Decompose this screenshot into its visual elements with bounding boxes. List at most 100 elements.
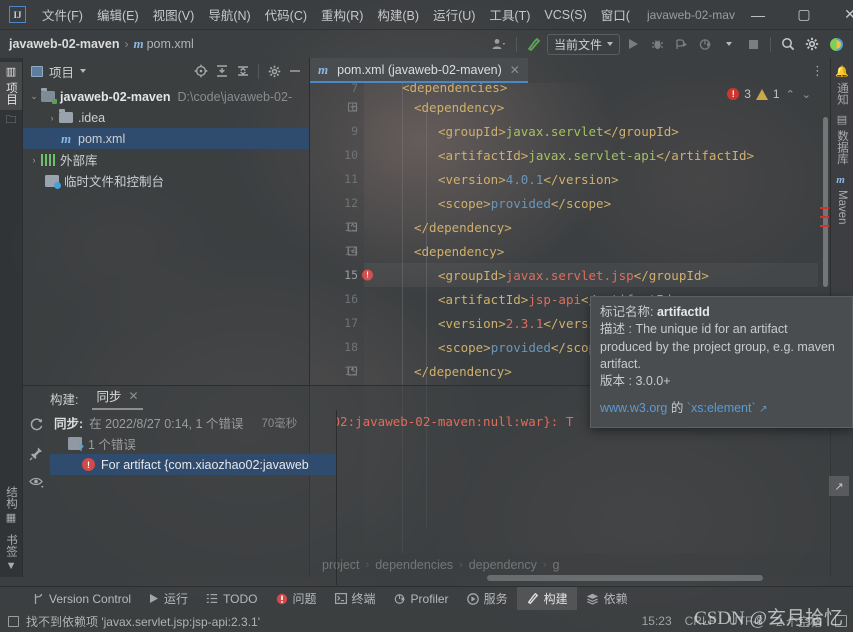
tooltip-version-row: 版本 : 3.0.0+ xyxy=(600,373,843,390)
strip-maven[interactable]: m Maven xyxy=(833,170,851,230)
hide-icon[interactable] xyxy=(285,61,305,81)
status-message: 找不到依赖项 'javax.servlet.jsp:jsp-api:2.3.1' xyxy=(26,614,260,629)
updates-icon[interactable] xyxy=(825,33,847,55)
menu-code[interactable]: 代码(C) xyxy=(258,1,314,28)
debug-icon[interactable] xyxy=(646,33,668,55)
editor-scrollbar-thumb[interactable] xyxy=(823,117,828,287)
tool-problems[interactable]: 问题 xyxy=(267,587,326,610)
run-configuration-selector[interactable]: 当前文件 xyxy=(546,33,620,55)
code-token: </dependency> xyxy=(414,219,512,235)
chevron-down-icon[interactable] xyxy=(80,69,87,73)
breadcrumb-file[interactable]: pom.xml xyxy=(147,37,194,51)
tool-profiler[interactable]: Profiler xyxy=(385,589,458,609)
menu-file[interactable]: 文件(F) xyxy=(35,1,90,28)
close-icon[interactable]: ✕ xyxy=(510,63,520,77)
run-with-coverage-icon[interactable] xyxy=(670,33,692,55)
breadcrumb-project[interactable]: javaweb-02-maven xyxy=(9,37,119,51)
tooltip-link-row[interactable]: www.w3.org 的 `xs:element` ↗ xyxy=(600,400,843,417)
search-icon[interactable] xyxy=(777,33,799,55)
expand-detail-button[interactable]: ↗ xyxy=(829,476,849,496)
menu-refactor[interactable]: 重构(R) xyxy=(314,1,370,28)
build-hammer-icon[interactable] xyxy=(523,33,545,55)
project-icon: ▥ xyxy=(5,66,17,78)
stop-icon[interactable] xyxy=(742,33,764,55)
profile-icon[interactable] xyxy=(488,33,510,55)
fold-icon[interactable]: − xyxy=(348,102,357,112)
collapse-all-icon[interactable] xyxy=(233,61,253,81)
tool-terminal[interactable]: 终端 xyxy=(326,587,385,610)
strip-notifications[interactable]: 🔔 通知 xyxy=(831,62,853,110)
status-encoding[interactable]: UTF-8 xyxy=(729,614,763,628)
minimize-button[interactable]: — xyxy=(735,0,781,30)
code-token: </version> xyxy=(543,171,619,187)
strip-structure[interactable]: 结构 ▦ xyxy=(0,481,22,529)
tool-build[interactable]: 构建 xyxy=(516,587,577,610)
close-icon[interactable]: ✕ xyxy=(129,389,139,403)
tree-row-scratches[interactable]: 临时文件和控制台 xyxy=(23,170,309,191)
tooltip-link-w3org[interactable]: www.w3.org xyxy=(600,401,667,415)
menu-tools[interactable]: 工具(T) xyxy=(482,1,537,28)
pin-icon[interactable] xyxy=(27,443,47,463)
gear-icon[interactable] xyxy=(264,61,284,81)
menu-run[interactable]: 运行(U) xyxy=(426,1,482,28)
chevron-down-icon[interactable] xyxy=(718,33,740,55)
tool-version-control[interactable]: Version Control xyxy=(24,589,140,609)
strip-project-label: 项目 xyxy=(5,82,17,105)
menu-navigate[interactable]: 导航(N) xyxy=(201,1,257,28)
tool-todo[interactable]: TODO xyxy=(197,589,266,609)
gutter-line: 14− xyxy=(344,244,358,258)
more-options-icon[interactable]: ⋮ xyxy=(811,64,824,77)
gear-icon[interactable] xyxy=(801,33,823,55)
build-row-error-group[interactable]: 1 个错误 xyxy=(50,433,336,454)
next-problem-icon[interactable]: ⌄ xyxy=(801,88,812,101)
fold-icon[interactable]: ⌃ xyxy=(348,366,357,376)
chevron-right-icon[interactable]: › xyxy=(27,155,41,165)
menu-view[interactable]: 视图(V) xyxy=(146,1,202,28)
run-icon[interactable] xyxy=(622,33,644,55)
status-message-area[interactable]: 找不到依赖项 'javax.servlet.jsp:jsp-api:2.3.1' xyxy=(8,613,260,630)
maximize-button[interactable]: ▢ xyxy=(781,0,827,30)
status-line-separator[interactable]: CRLF xyxy=(685,614,716,628)
code-token: javax.servlet-api xyxy=(528,147,657,163)
tool-version-control-label: Version Control xyxy=(49,591,132,606)
previous-problem-icon[interactable]: ⌃ xyxy=(785,88,796,101)
lock-icon[interactable] xyxy=(835,615,847,627)
strip-commit[interactable]: 🗀 xyxy=(3,110,20,131)
locate-icon[interactable] xyxy=(191,61,211,81)
fold-icon[interactable]: ⌃ xyxy=(348,222,357,232)
menu-edit[interactable]: 编辑(E) xyxy=(90,1,146,28)
chevron-down-icon[interactable]: ⌄ xyxy=(27,91,41,102)
tree-row-external-libraries[interactable]: › 外部库 xyxy=(23,149,309,170)
menu-vcs[interactable]: VCS(S) xyxy=(537,4,593,26)
inspection-widget[interactable]: ! 3 1 ⌃ ⌄ xyxy=(727,87,812,101)
fold-icon[interactable]: − xyxy=(348,246,357,256)
tool-dependencies[interactable]: 依赖 xyxy=(577,587,637,610)
code-token: </scope> xyxy=(550,195,612,211)
build-row-sync[interactable]: 同步: 在 2022/8/27 0:14, 1 个错误 70毫秒 xyxy=(50,412,336,433)
close-button[interactable]: ✕ xyxy=(827,0,853,30)
build-row-error-detail[interactable]: ! For artifact {com.xiaozhao02:javaweb xyxy=(50,454,336,475)
refresh-icon[interactable] xyxy=(27,414,47,434)
menu-window[interactable]: 窗口( xyxy=(594,1,637,28)
expand-all-icon[interactable] xyxy=(212,61,232,81)
menu-build[interactable]: 构建(B) xyxy=(370,1,426,28)
tree-row-pom[interactable]: m pom.xml xyxy=(23,128,309,149)
profiler-run-icon[interactable] xyxy=(694,33,716,55)
strip-project[interactable]: ▥ 项目 xyxy=(0,62,22,110)
eye-icon[interactable] xyxy=(27,472,47,492)
run-configuration-label: 当前文件 xyxy=(553,37,602,52)
strip-bookmarks[interactable]: 书签 ▼ xyxy=(0,529,22,577)
horizontal-scrollbar[interactable] xyxy=(487,575,763,581)
build-error-detail-pane[interactable]: o02:javaweb-02-maven:null:war}: T ↗ xyxy=(337,410,853,585)
tree-row-idea[interactable]: › .idea xyxy=(23,107,309,128)
build-output-tree[interactable]: 同步: 在 2022/8/27 0:14, 1 个错误 70毫秒 1 个错误 !… xyxy=(50,410,337,585)
editor-tab-pom[interactable]: m pom.xml (javaweb-02-maven) ✕ xyxy=(310,58,528,83)
strip-database[interactable]: ▤ 数据库 xyxy=(831,110,853,170)
build-tab-sync[interactable]: 同步 ✕ xyxy=(92,386,143,410)
status-indent[interactable]: 2 个空格 xyxy=(776,613,822,630)
tool-services[interactable]: 服务 xyxy=(458,587,517,610)
tool-run[interactable]: 运行 xyxy=(140,587,197,610)
tree-row-module[interactable]: ⌄ javaweb-02-maven D:\code\javaweb-02- xyxy=(23,86,309,107)
chevron-right-icon[interactable]: › xyxy=(45,113,59,123)
tooltip-link-xselement[interactable]: `xs:element` xyxy=(687,401,756,415)
